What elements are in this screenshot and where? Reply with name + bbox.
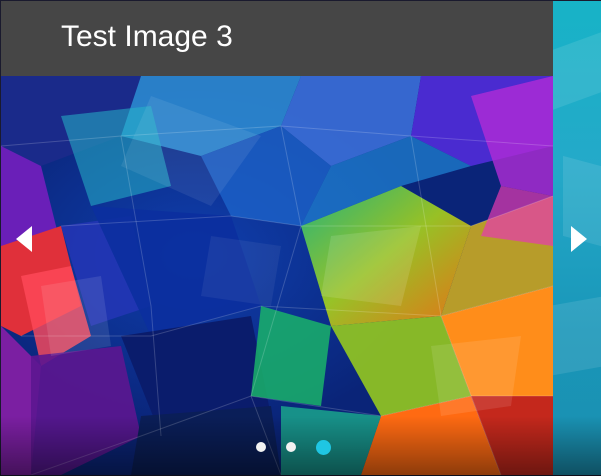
current-slide: Test Image 3 — [1, 1, 553, 475]
image-carousel: Test Image 3 — [0, 0, 601, 476]
chevron-left-icon — [16, 226, 32, 252]
slide-caption: Test Image 3 — [61, 20, 233, 53]
chevron-right-icon — [571, 226, 587, 252]
slide-dot-2[interactable] — [286, 442, 296, 452]
slide-dot-1[interactable] — [256, 442, 266, 452]
next-slide-button[interactable] — [564, 224, 594, 254]
previous-slide-button[interactable] — [9, 224, 39, 254]
slide-caption-bar: Test Image 3 — [1, 1, 553, 76]
slide-pagination — [256, 438, 331, 456]
slide-dot-3-active[interactable] — [316, 439, 331, 455]
